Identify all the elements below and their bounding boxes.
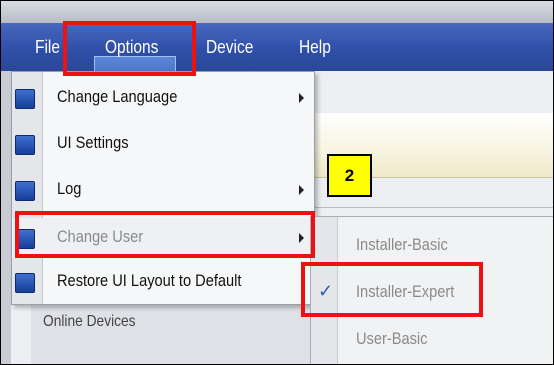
menu-item-ui-settings[interactable]: UI Settings xyxy=(12,124,314,164)
submenu-item-label: User-Basic xyxy=(356,329,428,348)
options-menu: Change Language UI Settings Log Change U… xyxy=(11,71,315,305)
menu-item-label: Log xyxy=(57,179,82,198)
menu-help[interactable]: Help xyxy=(299,34,331,60)
pane-divider xyxy=(301,207,553,208)
globe-icon xyxy=(15,89,35,109)
wrench-icon xyxy=(15,135,35,155)
menu-file[interactable]: File xyxy=(35,34,60,60)
menu-item-label: Change Language xyxy=(57,87,178,106)
submenu-arrow-icon xyxy=(299,185,304,195)
menu-item-label: Restore UI Layout to Default xyxy=(57,271,242,290)
submenu-item-user-basic[interactable]: User-Basic xyxy=(311,317,553,361)
online-devices-label: Online Devices xyxy=(43,313,136,330)
menu-item-label: UI Settings xyxy=(57,133,129,152)
submenu-item-label: Installer-Basic xyxy=(356,235,448,254)
submenu-item-installer-basic[interactable]: Installer-Basic xyxy=(311,223,553,267)
highlight-box-options xyxy=(63,21,196,76)
menu-device[interactable]: Device xyxy=(206,34,253,60)
layout-icon xyxy=(15,273,35,293)
menu-item-log[interactable]: Log xyxy=(12,170,314,210)
highlight-box-installer-expert xyxy=(301,262,483,317)
menu-item-restore-ui-layout[interactable]: Restore UI Layout to Default xyxy=(12,262,314,302)
app-window: File Options Device Help Online Devices … xyxy=(0,0,554,365)
menu-item-change-language[interactable]: Change Language xyxy=(12,78,314,118)
workspace-left-edge xyxy=(1,71,11,364)
submenu-arrow-icon xyxy=(299,93,304,103)
wrench-icon xyxy=(15,181,35,201)
highlight-box-change-user xyxy=(15,211,315,258)
step-badge: 2 xyxy=(327,154,372,197)
